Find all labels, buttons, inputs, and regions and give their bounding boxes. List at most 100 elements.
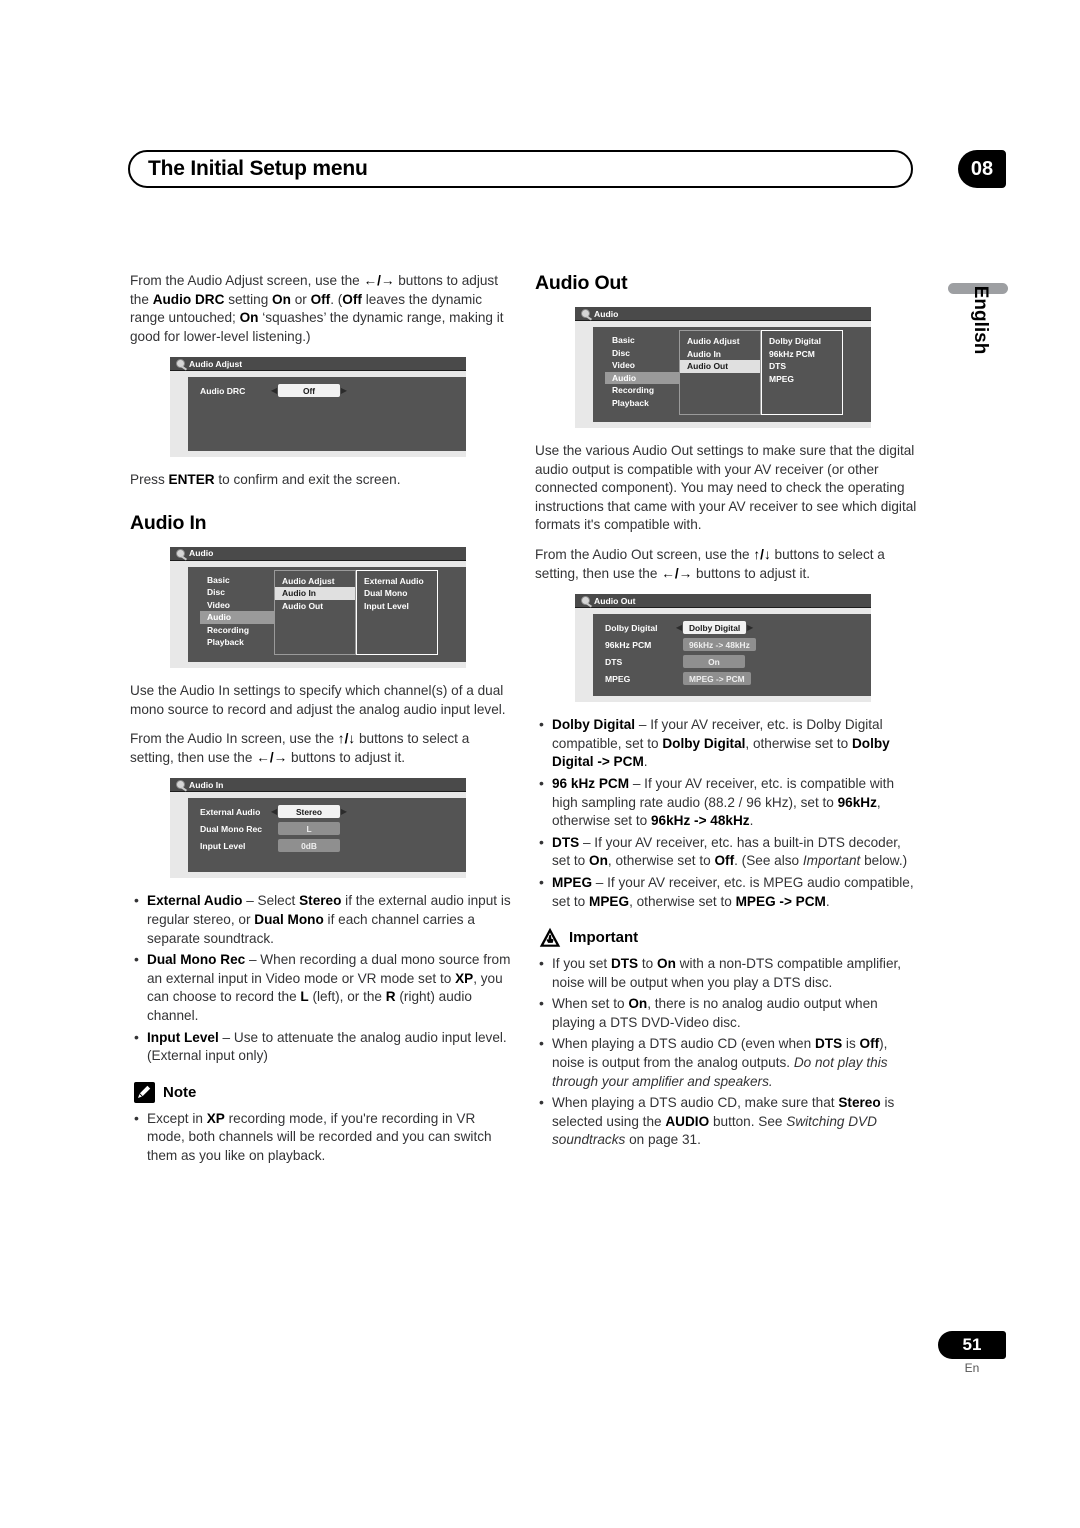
menu-item-spacer	[275, 637, 355, 650]
osd-row[interactable]: Dolby Digital ◀ Dolby Digital ▶	[593, 621, 871, 635]
audio-out-bullet-list: Dolby Digital – If your AV receiver, etc…	[535, 715, 921, 911]
menu-item[interactable]: Basic	[200, 574, 274, 587]
menu-item-spacer	[680, 398, 760, 411]
important-caption: Important	[569, 929, 639, 947]
menu-item[interactable]: DTS	[762, 360, 842, 373]
osd-row-value[interactable]: Off	[278, 384, 340, 398]
osd-titlebar: Audio In	[170, 778, 466, 793]
osd-menu-columns: Basic Disc Video Audio Recording Playbac…	[188, 569, 466, 655]
para-from-audio-in: From the Audio In screen, use the ↑/↓ bu…	[130, 731, 470, 765]
osd-row[interactable]: Audio DRC ◀ Off ▶	[188, 384, 466, 398]
menu-item-selected[interactable]: Audio Out	[680, 360, 760, 373]
osd-stage: Basic Disc Video Audio Recording Playbac…	[575, 321, 871, 428]
menu-item[interactable]: Dolby Digital	[762, 335, 842, 348]
menu-item[interactable]: Video	[200, 599, 274, 612]
osd-audio-out: Audio Out Dolby Digital ◀ Dolby Digital …	[575, 594, 871, 703]
osd-row-label: Dolby Digital	[605, 622, 658, 633]
list-item: Dolby Digital – If your AV receiver, etc…	[535, 715, 921, 772]
osd-menu-columns: Basic Disc Video Audio Recording Playbac…	[593, 330, 871, 415]
note-bullet-list: Except in XP recording mode, if you're r…	[130, 1109, 516, 1166]
osd-row-value[interactable]: MPEG -> PCM	[683, 672, 751, 686]
list-item: External Audio – Select Stereo if the ex…	[130, 891, 516, 948]
osd-menu-col-2: Audio Adjust Audio In Audio Out	[679, 330, 761, 415]
osd-stage: External Audio ◀ Stereo ▶ Dual Mono Rec …	[170, 792, 466, 879]
osd-row-value[interactable]: On	[683, 655, 745, 669]
right-arrow-icon[interactable]: ▶	[340, 807, 348, 816]
chapter-badge: 08	[958, 150, 1006, 188]
osd-audio-menu-out: Audio Basic Disc Video Audio Recording P…	[575, 307, 871, 428]
list-item: Except in XP recording mode, if you're r…	[130, 1109, 516, 1166]
menu-item-spacer	[680, 373, 760, 386]
menu-item[interactable]: Input Level	[357, 600, 437, 613]
important-callout-header: Important	[539, 927, 921, 948]
menu-item-selected[interactable]: Audio	[200, 611, 274, 624]
setup-disc-icon	[581, 596, 590, 606]
osd-row-label: Audio DRC	[200, 385, 246, 396]
menu-item[interactable]: Disc	[200, 586, 274, 599]
osd-row-value[interactable]: 96kHz -> 48kHz	[683, 638, 756, 652]
para-from-audio-out: From the Audio Out screen, use the ↑/↓ b…	[535, 546, 885, 581]
menu-item[interactable]: Playback	[605, 397, 679, 410]
osd-row-label: External Audio	[200, 806, 261, 817]
menu-item-selected[interactable]: Audio	[605, 371, 679, 384]
menu-item[interactable]: 96kHz PCM	[762, 348, 842, 361]
list-item: If you set DTS to On with a non-DTS comp…	[535, 954, 921, 992]
setup-disc-icon	[581, 309, 590, 318]
heading-audio-out: Audio Out	[535, 272, 628, 294]
osd-title: Audio Out	[594, 595, 636, 606]
menu-item[interactable]: Audio In	[680, 348, 760, 361]
menu-item[interactable]: External Audio	[357, 575, 437, 588]
osd-row[interactable]: 96kHz PCM ◀ 96kHz -> 48kHz ▶	[593, 638, 871, 652]
menu-item[interactable]: Audio Out	[275, 600, 355, 613]
menu-item-spacer	[275, 625, 355, 638]
right-arrow-icon[interactable]: ▶	[746, 623, 754, 632]
osd-row[interactable]: Dual Mono Rec ◀ L ▶	[188, 822, 466, 836]
osd-row[interactable]: MPEG ◀ MPEG -> PCM ▶	[593, 672, 871, 686]
para-use-audio-out: Use the various Audio Out settings to ma…	[535, 443, 917, 533]
press-enter-paragraph: Press ENTER to confirm and exit the scre…	[130, 472, 401, 488]
list-item: When playing a DTS audio CD (even when D…	[535, 1034, 921, 1091]
left-arrow-icon[interactable]: ◀	[270, 807, 278, 816]
osd-row-value[interactable]: L	[278, 822, 340, 836]
osd-row[interactable]: DTS ◀ On ▶	[593, 655, 871, 669]
osd-menu-col-1: Basic Disc Video Audio Recording Playbac…	[200, 574, 274, 655]
osd-titlebar: Audio	[170, 546, 466, 561]
page-language-code: En	[964, 1361, 980, 1375]
note-caption: Note	[163, 1083, 197, 1101]
left-arrow-icon[interactable]: ◀	[675, 623, 683, 632]
osd-title: Audio	[594, 308, 619, 319]
right-arrow-icon[interactable]: ▶	[340, 386, 348, 395]
osd-row-value[interactable]: Dolby Digital	[683, 621, 747, 635]
osd-row[interactable]: Input Level ◀ 0dB ▶	[188, 839, 466, 853]
para-use-audio-in: Use the Audio In settings to specify whi…	[130, 682, 506, 717]
list-item: Dual Mono Rec – When recording a dual mo…	[130, 950, 516, 1025]
menu-item[interactable]: Audio Adjust	[680, 335, 760, 348]
menu-item[interactable]: Dual Mono	[357, 587, 437, 600]
osd-audio-in: Audio In External Audio ◀ Stereo ▶ Dual …	[170, 778, 466, 879]
osd-title: Audio Adjust	[189, 358, 243, 369]
osd-row-value[interactable]: Stereo	[278, 805, 340, 819]
osd-titlebar: Audio Out	[575, 594, 871, 609]
osd-inner: Dolby Digital ◀ Dolby Digital ▶ 96kHz PC…	[593, 614, 871, 697]
osd-audio-adjust: Audio Adjust Audio DRC ◀ Off ▶	[170, 357, 466, 458]
menu-item-spacer	[357, 625, 437, 638]
osd-row-value[interactable]: 0dB	[278, 839, 340, 853]
menu-item[interactable]: Video	[605, 359, 679, 372]
osd-row[interactable]: External Audio ◀ Stereo ▶	[188, 805, 466, 819]
list-item: 96 kHz PCM – If your AV receiver, etc. i…	[535, 774, 921, 831]
osd-row-label: Dual Mono Rec	[200, 823, 263, 834]
menu-item[interactable]: MPEG	[762, 373, 842, 386]
menu-item[interactable]: Basic	[605, 334, 679, 347]
menu-item[interactable]: Disc	[605, 347, 679, 360]
osd-inner: Basic Disc Video Audio Recording Playbac…	[593, 327, 871, 422]
menu-item[interactable]: Recording	[605, 384, 679, 397]
list-item: When set to On, there is no analog audio…	[535, 994, 921, 1032]
menu-item[interactable]: Recording	[200, 624, 274, 637]
page-title: The Initial Setup menu	[148, 157, 368, 180]
menu-item[interactable]: Audio Adjust	[275, 575, 355, 588]
menu-item-spacer	[357, 637, 437, 650]
list-item: MPEG – If your AV receiver, etc. is MPEG…	[535, 873, 921, 911]
left-arrow-icon[interactable]: ◀	[270, 386, 278, 395]
menu-item-selected[interactable]: Audio In	[275, 587, 355, 600]
menu-item[interactable]: Playback	[200, 636, 274, 649]
